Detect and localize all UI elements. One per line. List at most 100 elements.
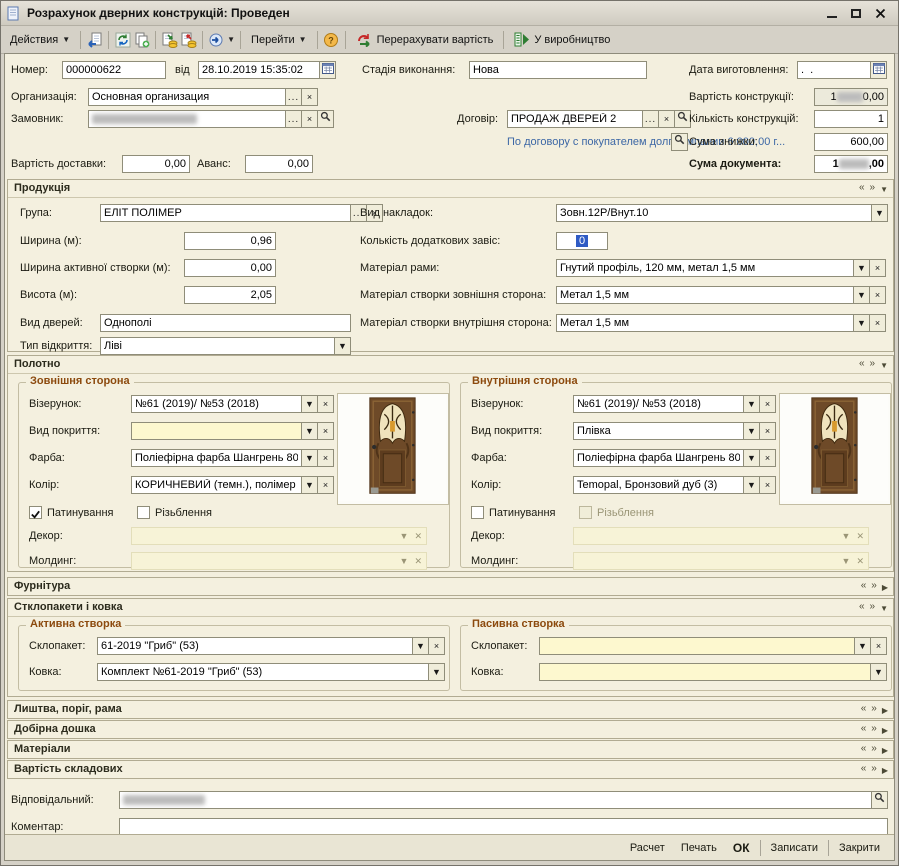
group-input[interactable]	[100, 204, 351, 222]
patina-checkbox[interactable]	[471, 506, 484, 519]
opening-type-input[interactable]	[100, 337, 351, 355]
collapse-others-icon[interactable]: «	[861, 580, 867, 594]
collapse-others-icon[interactable]: «	[859, 601, 865, 615]
coating-input[interactable]	[131, 422, 302, 440]
dropdown-icon[interactable]: ▼	[412, 637, 429, 655]
chevron-down-icon[interactable]: ▼	[227, 35, 235, 44]
fittings-panel-header[interactable]: Фурнітура «»▶	[8, 578, 893, 596]
mfg-date-input[interactable]	[797, 61, 871, 79]
glass-forging-panel-header[interactable]: Стклопакети і ковка «»▼	[8, 599, 893, 617]
cloth-panel-header[interactable]: Полотно «»▼	[8, 356, 893, 374]
choose-icon[interactable]: ...	[285, 88, 302, 106]
expand-icon[interactable]: ▶	[882, 580, 888, 594]
expand-others-icon[interactable]: »	[871, 723, 877, 737]
carving-checkbox[interactable]	[137, 506, 150, 519]
dropdown-icon[interactable]: ▼	[853, 259, 870, 277]
expand-others-icon[interactable]: »	[870, 182, 876, 196]
stage-input[interactable]	[469, 61, 647, 79]
close-button[interactable]: Закрити	[833, 840, 886, 856]
collapse-icon[interactable]: ▼	[880, 601, 888, 615]
clear-icon[interactable]: ×	[317, 449, 334, 467]
choose-icon[interactable]: ...	[285, 110, 302, 128]
collapse-icon[interactable]: ▼	[880, 358, 888, 372]
minimize-icon[interactable]	[827, 8, 837, 18]
trim-panel-header[interactable]: Лиштва, поріг, рама «»▶	[8, 701, 893, 719]
help-button[interactable]: ?	[323, 31, 340, 48]
leaf-inner-material-input[interactable]	[556, 314, 854, 332]
dropdown-icon[interactable]: ▼	[853, 286, 870, 304]
active-leaf-width-input[interactable]	[184, 259, 276, 277]
leaf-outer-material-input[interactable]	[556, 286, 854, 304]
dropdown-icon[interactable]: ▼	[301, 449, 318, 467]
print-button[interactable]: Печать	[675, 840, 723, 856]
contract-input[interactable]	[507, 110, 643, 128]
clear-icon[interactable]: ×	[759, 476, 776, 494]
to-production-button[interactable]: У виробництво	[509, 30, 615, 49]
ok-button[interactable]: ОК	[727, 839, 756, 857]
post-document-button[interactable]	[161, 31, 178, 48]
width-input[interactable]	[184, 232, 276, 250]
paint-input[interactable]	[573, 449, 744, 467]
open-icon[interactable]	[871, 791, 888, 809]
construction-qty-input[interactable]	[814, 110, 888, 128]
clear-icon[interactable]: ×	[317, 422, 334, 440]
dropdown-icon[interactable]: ▼	[301, 476, 318, 494]
dropdown-icon[interactable]: ▼	[301, 422, 318, 440]
expand-others-icon[interactable]: »	[871, 580, 877, 594]
dropdown-icon[interactable]: ▼	[743, 395, 760, 413]
datetime-input[interactable]	[198, 61, 320, 79]
paint-input[interactable]	[131, 449, 302, 467]
color-input[interactable]	[573, 476, 744, 494]
door-kind-input[interactable]	[100, 314, 351, 332]
calendar-icon[interactable]	[319, 61, 336, 79]
dropdown-icon[interactable]: ▼	[743, 476, 760, 494]
collapse-icon[interactable]: ▼	[880, 182, 888, 196]
dropdown-icon[interactable]: ▼	[301, 395, 318, 413]
collapse-others-icon[interactable]: «	[859, 358, 865, 372]
unpost-document-button[interactable]	[180, 31, 197, 48]
actions-menu-button[interactable]: Действия ▼	[5, 32, 75, 48]
color-input[interactable]	[131, 476, 302, 494]
dropdown-icon[interactable]: ▼	[334, 337, 351, 355]
plates-kind-input[interactable]	[556, 204, 872, 222]
coating-input[interactable]	[573, 422, 744, 440]
clear-icon[interactable]: ×	[658, 110, 675, 128]
choose-icon[interactable]: ...	[642, 110, 659, 128]
expand-others-icon[interactable]: »	[870, 358, 876, 372]
clear-icon[interactable]: ×	[301, 88, 318, 106]
components-cost-panel-header[interactable]: Вартість складових «»▶	[8, 761, 893, 779]
recalculate-cost-button[interactable]: Перерахувати вартість	[351, 30, 499, 49]
expand-others-icon[interactable]: »	[870, 601, 876, 615]
collapse-others-icon[interactable]: «	[861, 763, 867, 777]
close-icon[interactable]	[875, 8, 886, 19]
output-button[interactable]	[208, 31, 225, 48]
delivery-cost-input[interactable]	[122, 155, 190, 173]
pattern-input[interactable]	[131, 395, 302, 413]
discount-input[interactable]	[814, 133, 888, 151]
responsible-input[interactable]	[119, 791, 888, 809]
expand-icon[interactable]: ▶	[882, 723, 888, 737]
forging-input[interactable]	[97, 663, 429, 681]
clear-icon[interactable]: ×	[869, 314, 886, 332]
expand-icon[interactable]: ▶	[882, 703, 888, 717]
number-input[interactable]	[62, 61, 166, 79]
collapse-others-icon[interactable]: «	[859, 182, 865, 196]
board-panel-header[interactable]: Добірна дошка «»▶	[8, 721, 893, 739]
dropdown-icon[interactable]: ▼	[854, 637, 871, 655]
dropdown-icon[interactable]: ▼	[870, 663, 887, 681]
forging-input[interactable]	[539, 663, 871, 681]
dropdown-icon[interactable]: ▼	[871, 204, 888, 222]
expand-others-icon[interactable]: »	[871, 703, 877, 717]
refresh-button[interactable]	[114, 31, 131, 48]
goto-menu-button[interactable]: Перейти ▼	[246, 32, 312, 48]
copy-document-button[interactable]	[133, 31, 150, 48]
clear-icon[interactable]: ×	[759, 422, 776, 440]
calc-button[interactable]: Расчет	[624, 840, 671, 856]
calendar-icon[interactable]	[870, 61, 887, 79]
clear-icon[interactable]: ×	[869, 259, 886, 277]
maximize-icon[interactable]	[851, 9, 861, 18]
clear-icon[interactable]: ×	[317, 395, 334, 413]
dropdown-icon[interactable]: ▼	[743, 449, 760, 467]
frame-material-input[interactable]	[556, 259, 854, 277]
clear-icon[interactable]: ×	[759, 395, 776, 413]
